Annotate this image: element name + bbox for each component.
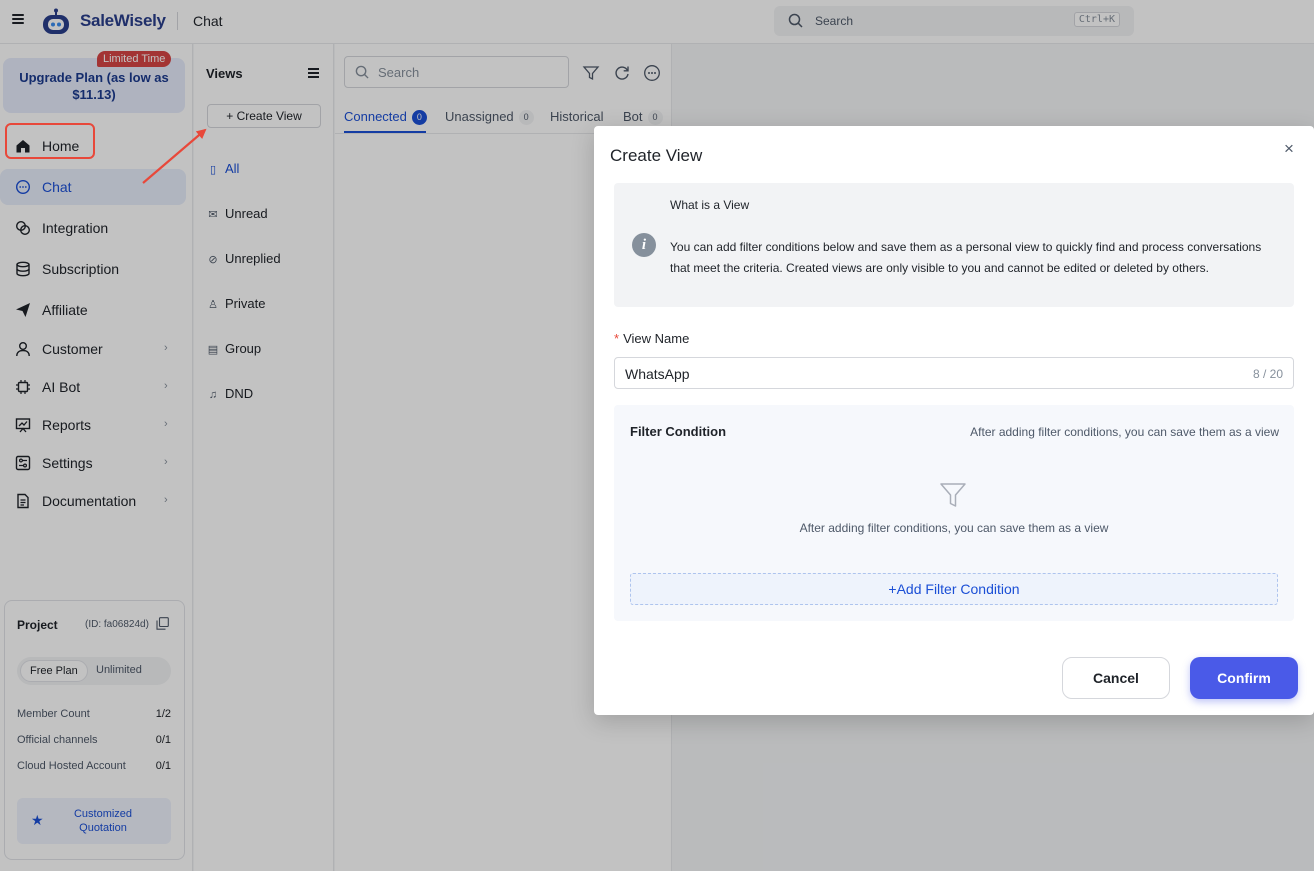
label-text: View Name — [623, 331, 690, 346]
info-notice: i What is a View You can add filter cond… — [614, 183, 1294, 307]
filter-title: Filter Condition — [630, 424, 727, 439]
create-view-dialog: Create View × i What is a View You can a… — [594, 126, 1314, 715]
character-counter: 8 / 20 — [1252, 367, 1283, 381]
info-text: You can add filter conditions below and … — [670, 240, 1262, 275]
cancel-button[interactable]: Cancel — [1062, 657, 1170, 699]
empty-state-text: After adding filter conditions, you can … — [799, 521, 1109, 535]
view-name-input[interactable]: WhatsApp 8 / 20 — [614, 357, 1294, 389]
annotation-highlight-box — [5, 123, 95, 159]
close-icon[interactable]: × — [1281, 140, 1297, 157]
info-title: What is a View — [670, 198, 750, 212]
input-value: WhatsApp — [625, 366, 690, 382]
add-filter-condition-button[interactable]: +Add Filter Condition — [630, 573, 1278, 605]
funnel-icon — [940, 483, 966, 507]
filter-condition-section: Filter Condition After adding filter con… — [614, 405, 1294, 621]
dialog-title: Create View — [610, 146, 703, 165]
info-icon: i — [632, 233, 656, 257]
confirm-button[interactable]: Confirm — [1190, 657, 1298, 699]
filter-hint: After adding filter conditions, you can … — [970, 425, 1279, 439]
view-name-label: * View Name — [614, 331, 689, 346]
required-mark: * — [614, 331, 620, 346]
